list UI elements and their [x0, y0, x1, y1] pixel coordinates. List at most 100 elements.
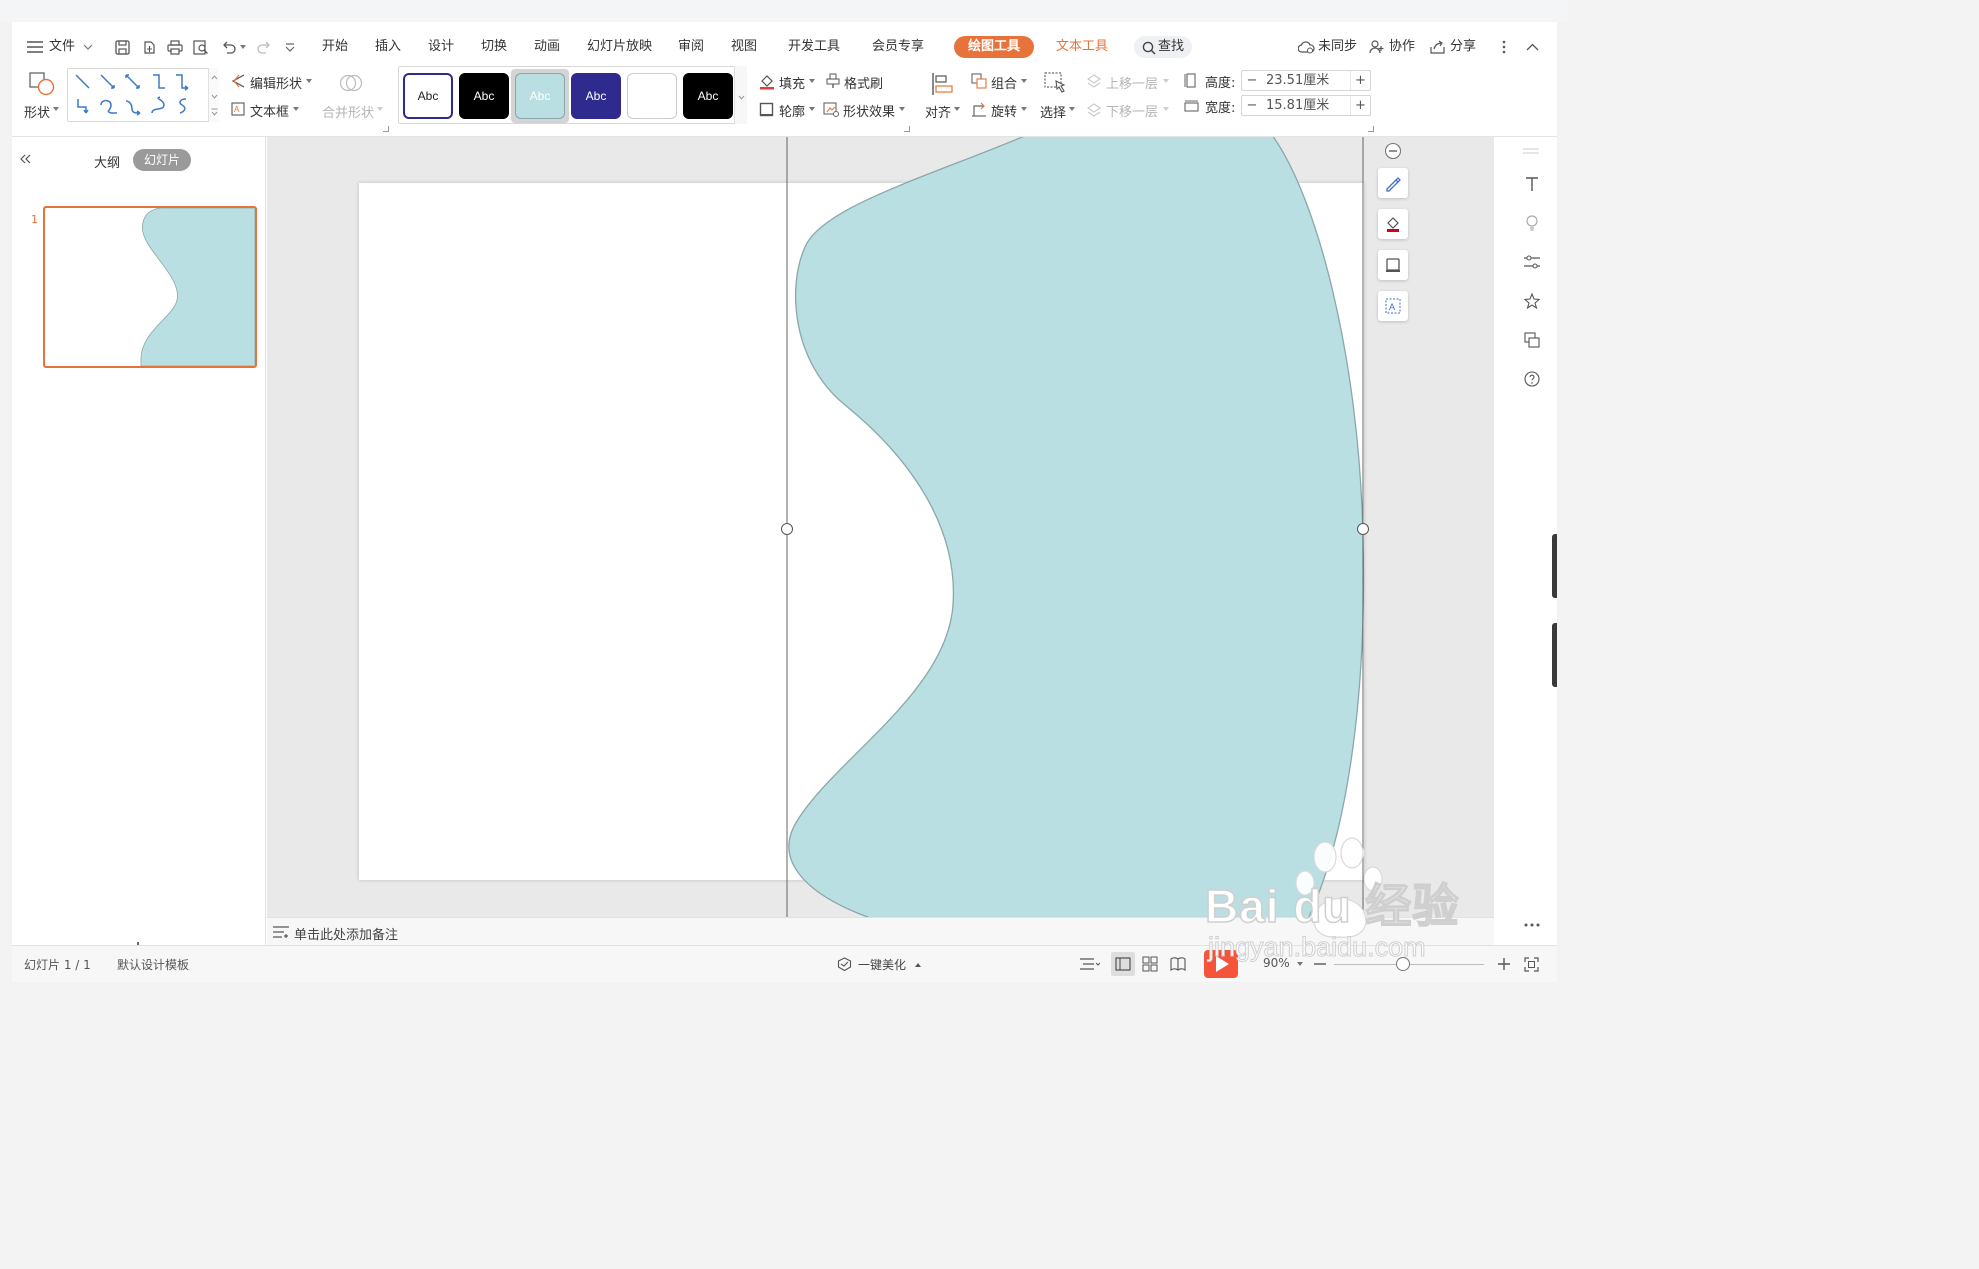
fill-button[interactable]: 填充	[779, 73, 805, 92]
style-gallery-scroll[interactable]	[734, 66, 747, 124]
gallery-scroll[interactable]	[208, 68, 219, 122]
text-style-icon[interactable]	[1522, 174, 1542, 194]
style-swatch-white[interactable]	[627, 73, 677, 119]
tab-slides[interactable]: 幻灯片	[133, 149, 192, 171]
notes-placeholder[interactable]: 单击此处添加备注	[294, 924, 398, 943]
tab-home[interactable]: 开始	[322, 30, 348, 64]
outline-icon[interactable]	[758, 101, 775, 118]
tab-design[interactable]: 设计	[428, 30, 454, 64]
side-handle-upper[interactable]	[1552, 534, 1557, 598]
edit-shape-icon[interactable]	[230, 73, 246, 89]
select-dropdown-icon[interactable]	[1069, 106, 1075, 112]
redo-icon[interactable]	[255, 38, 273, 56]
more-tools-icon[interactable]	[1522, 919, 1542, 931]
tab-animation[interactable]: 动画	[534, 30, 560, 64]
group-icon[interactable]	[970, 72, 987, 89]
fill-dropdown-icon[interactable]	[809, 78, 815, 84]
shape-effect-icon[interactable]	[822, 101, 839, 118]
style-swatch-navy[interactable]: Abc	[571, 73, 621, 119]
slide-sorter-view-icon[interactable]	[1141, 955, 1159, 973]
fit-window-icon[interactable]	[1523, 956, 1539, 972]
share-icon[interactable]	[1429, 39, 1447, 55]
shape-effect-button[interactable]: 形状效果	[843, 101, 895, 120]
rotate-button[interactable]: 旋转	[991, 101, 1017, 120]
rotate-dropdown-icon[interactable]	[1021, 106, 1027, 112]
customize-toolbar-icon[interactable]	[283, 40, 297, 54]
width-decrease-button[interactable]: −	[1242, 96, 1262, 115]
resize-handle-left[interactable]	[781, 523, 793, 535]
collapse-panel-icon[interactable]	[18, 152, 32, 166]
width-value[interactable]: 15.81厘米	[1266, 96, 1329, 115]
shape-icon[interactable]	[28, 70, 56, 98]
style-swatch-outline[interactable]: Abc	[403, 73, 453, 119]
reading-view-icon[interactable]	[1169, 955, 1187, 973]
properties-slider-icon[interactable]	[1522, 252, 1542, 272]
cloud-sync-icon[interactable]	[1297, 39, 1315, 55]
collapse-ribbon-icon[interactable]	[1524, 40, 1540, 54]
shape-dropdown-icon[interactable]	[53, 106, 59, 112]
edit-shape-dropdown-icon[interactable]	[306, 78, 312, 84]
style-swatch-black[interactable]: Abc	[459, 73, 509, 119]
outline-dropdown-icon[interactable]	[809, 106, 815, 112]
shape-text-float-button[interactable]: A	[1378, 291, 1408, 321]
shape-fill-float-button[interactable]	[1378, 209, 1408, 239]
collaborate-button[interactable]: 协作	[1389, 30, 1415, 64]
print-preview-icon[interactable]	[192, 38, 210, 56]
resize-handle-right[interactable]	[1357, 523, 1369, 535]
edit-shape-button[interactable]: 编辑形状	[250, 73, 302, 92]
animation-star-icon[interactable]	[1522, 291, 1542, 311]
height-decrease-button[interactable]: −	[1242, 71, 1262, 90]
align-button[interactable]: 对齐	[925, 102, 951, 121]
select-button[interactable]: 选择	[1040, 102, 1066, 121]
rotate-icon[interactable]	[970, 101, 987, 118]
side-handle-lower[interactable]	[1552, 623, 1557, 687]
tab-slideshow[interactable]: 幻灯片放映	[587, 30, 652, 64]
height-stepper[interactable]: − 23.51厘米 +	[1241, 70, 1371, 91]
group-dropdown-icon[interactable]	[1021, 78, 1027, 84]
align-dropdown-icon[interactable]	[954, 106, 960, 112]
beautify-icon[interactable]	[836, 956, 852, 972]
wave-freeform-fill[interactable]	[788, 137, 1365, 917]
help-icon[interactable]	[1522, 369, 1542, 389]
save-icon[interactable]	[113, 38, 131, 56]
beautify-button[interactable]: 一键美化	[858, 956, 906, 973]
tab-outline[interactable]: 大纲	[94, 152, 120, 171]
tab-view[interactable]: 视图	[731, 30, 757, 64]
align-icon[interactable]	[929, 70, 957, 98]
format-painter-button[interactable]: 格式刷	[844, 73, 883, 92]
text-box-button[interactable]: 文本框	[250, 101, 289, 120]
float-toolbar-collapse-icon[interactable]	[1383, 141, 1403, 161]
text-box-icon[interactable]: A	[230, 101, 246, 117]
format-painter-icon[interactable]	[824, 72, 841, 89]
outline-button[interactable]: 轮廓	[779, 101, 805, 120]
export-icon[interactable]	[140, 38, 158, 56]
sync-status[interactable]: 未同步	[1318, 30, 1357, 64]
normal-view-icon[interactable]	[1111, 952, 1135, 976]
select-icon[interactable]	[1042, 70, 1070, 98]
slide-transition-icon[interactable]	[1522, 330, 1542, 350]
collaborate-icon[interactable]	[1368, 39, 1386, 55]
tab-developer[interactable]: 开发工具	[788, 30, 840, 64]
height-value[interactable]: 23.51厘米	[1266, 71, 1329, 90]
style-swatch-light-teal[interactable]: Abc	[515, 73, 565, 119]
line-shape-gallery[interactable]	[67, 68, 219, 122]
design-template-name[interactable]: 默认设计模板	[117, 956, 189, 973]
shape-outline-float-button[interactable]	[1378, 250, 1408, 280]
file-menu[interactable]: 文件	[49, 30, 75, 64]
height-increase-button[interactable]: +	[1350, 71, 1370, 90]
view-options-icon[interactable]	[1079, 956, 1101, 972]
width-stepper[interactable]: − 15.81厘米 +	[1241, 95, 1371, 116]
share-button[interactable]: 分享	[1450, 30, 1476, 64]
shape-effect-dropdown-icon[interactable]	[899, 106, 905, 112]
tab-transition[interactable]: 切换	[481, 30, 507, 64]
width-increase-button[interactable]: +	[1350, 96, 1370, 115]
lightbulb-icon[interactable]	[1522, 213, 1542, 233]
slide-editing-canvas[interactable]: A	[267, 137, 1494, 917]
tab-insert[interactable]: 插入	[375, 30, 401, 64]
tab-member[interactable]: 会员专享	[872, 30, 924, 64]
text-box-dropdown-icon[interactable]	[293, 106, 299, 112]
undo-icon[interactable]	[219, 38, 237, 56]
group-button[interactable]: 组合	[991, 73, 1017, 92]
shape-button[interactable]: 形状	[24, 102, 50, 121]
undo-dropdown-icon[interactable]	[239, 44, 247, 50]
